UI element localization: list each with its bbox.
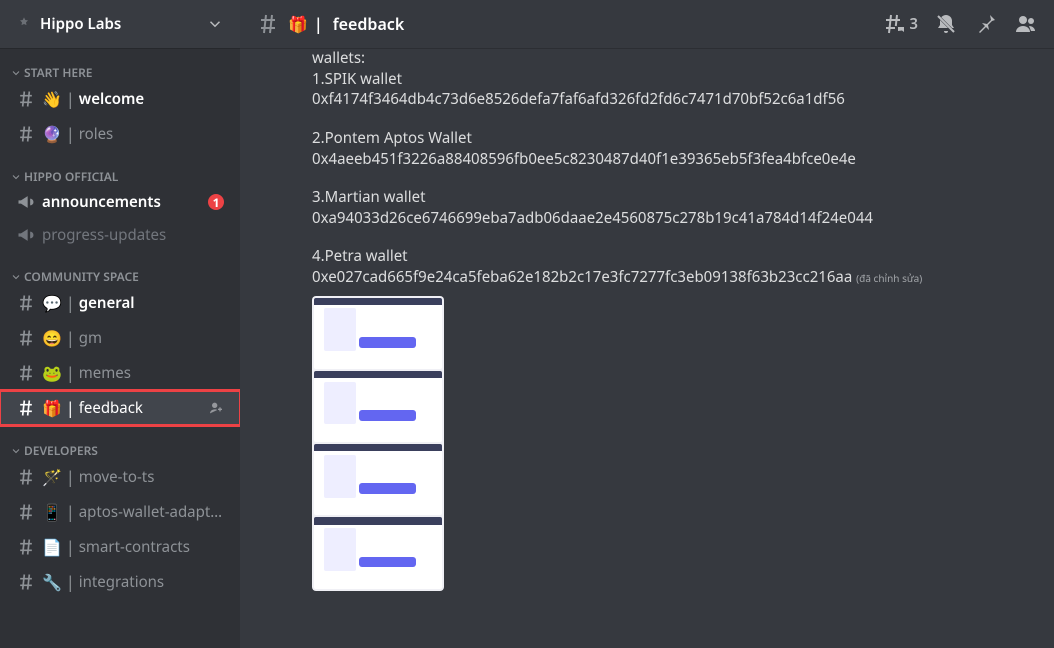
channel-integrations[interactable]: 🔧|integrations (8, 565, 232, 599)
bell-muted-icon (934, 12, 958, 36)
channel-label: feedback (79, 398, 208, 418)
members-button[interactable] (1014, 12, 1038, 36)
hash-icon (16, 363, 36, 383)
channel-aptos-wallet-adapter[interactable]: 📱|aptos-wallet-adapter (8, 495, 232, 529)
main-content: 🎁 | feedback 3 wallets:1.SPIK wallet0xf4… (240, 0, 1054, 648)
message-line: 4.Petra wallet (312, 246, 1038, 267)
message-line: 0xe027cad665f9e24ca5feba62e182b2c17e3fc7… (312, 267, 1038, 288)
channel-label: integrations (79, 572, 224, 592)
channel-title: 🎁 | feedback (288, 13, 404, 35)
channel-label: gm (79, 328, 224, 348)
threads-button[interactable]: 3 (881, 12, 918, 36)
channel-label: aptos-wallet-adapter (79, 502, 224, 522)
channel-emoji: 🎁 (288, 13, 308, 35)
pin-icon (974, 12, 998, 36)
server-header[interactable]: Hippo Labs (0, 0, 240, 48)
hash-icon (16, 124, 36, 144)
channel-label: progress-updates (42, 225, 224, 245)
unread-badge: 1 (208, 194, 224, 210)
threads-icon (881, 12, 905, 36)
server-boost-icon (16, 16, 32, 32)
image-attachment[interactable] (312, 296, 444, 591)
category-start-here[interactable]: START HERE (8, 48, 232, 81)
hash-icon (16, 293, 36, 313)
channel-smart-contracts[interactable]: 📄|smart-contracts (8, 530, 232, 564)
channel-feedback[interactable]: 🎁|feedback (0, 391, 240, 425)
channel-gm[interactable]: 😄|gm (8, 321, 232, 355)
channel-emoji: 🎁 (42, 397, 62, 419)
edited-label: (đã chỉnh sửa) (856, 271, 922, 285)
message-body: wallets:1.SPIK wallet0xf4174f3464db4c73d… (312, 48, 1038, 288)
thread-count: 3 (909, 14, 918, 34)
message-line: 2.Pontem Aptos Wallet (312, 128, 1038, 149)
message-line: 0xf4174f3464db4c73d6e8526defa7faf6afd326… (312, 89, 1038, 110)
megaphone-icon (16, 192, 36, 212)
channel-label: move-to-ts (79, 467, 224, 487)
server-name-text: Hippo Labs (40, 14, 121, 34)
channel-header: 🎁 | feedback 3 (240, 0, 1054, 48)
category-hippo-official[interactable]: HIPPO OFFICIAL (8, 152, 232, 185)
hash-icon (16, 537, 36, 557)
channel-list: START HERE👋|welcome🔮|rolesHIPPO OFFICIAL… (0, 48, 240, 648)
channel-name-text: feedback (333, 13, 405, 35)
message-line: 1.SPIK wallet (312, 69, 1038, 90)
hash-icon (16, 502, 36, 522)
channel-label: general (79, 293, 224, 313)
channel-label: smart-contracts (79, 537, 224, 557)
channel-welcome[interactable]: 👋|welcome (8, 82, 232, 116)
members-icon (1014, 12, 1038, 36)
notifications-button[interactable] (934, 12, 958, 36)
channel-roles[interactable]: 🔮|roles (8, 117, 232, 151)
channel-announcements[interactable]: announcements1 (8, 186, 232, 218)
message-line: wallets: (312, 48, 1038, 69)
channel-label: memes (79, 363, 224, 383)
message-area: wallets:1.SPIK wallet0xf4174f3464db4c73d… (240, 48, 1054, 648)
hash-icon (16, 328, 36, 348)
channel-emoji: 🔧 (42, 571, 62, 593)
channel-general[interactable]: 💬|general (8, 286, 232, 320)
channel-emoji: 👋 (42, 88, 62, 110)
message-line: 0xa94033d26ce6746699eba7adb06daae2e45608… (312, 208, 1038, 229)
megaphone-icon (16, 225, 36, 245)
channel-emoji: 😄 (42, 327, 62, 349)
channel-emoji: 📱 (42, 501, 62, 523)
hash-icon (16, 572, 36, 592)
hash-icon (16, 398, 36, 418)
create-invite-icon[interactable] (208, 400, 224, 416)
channel-emoji: 🐸 (42, 362, 62, 384)
category-developers[interactable]: DEVELOPERS (8, 426, 232, 459)
hash-icon (16, 467, 36, 487)
channel-memes[interactable]: 🐸|memes (8, 356, 232, 390)
channel-move-to-ts[interactable]: 🪄|move-to-ts (8, 460, 232, 494)
message-line: 0x4aeeb451f3226a88408596fb0ee5c8230487d4… (312, 149, 1038, 170)
channel-label: roles (79, 124, 224, 144)
category-community-space[interactable]: COMMUNITY SPACE (8, 252, 232, 285)
channel-label: announcements (42, 192, 208, 212)
hash-icon (16, 89, 36, 109)
channel-emoji: 💬 (42, 292, 62, 314)
channel-label: welcome (79, 89, 224, 109)
channel-emoji: 🔮 (42, 123, 62, 145)
pinned-button[interactable] (974, 12, 998, 36)
channel-emoji: 🪄 (42, 466, 62, 488)
hash-icon (256, 12, 280, 36)
channel-progress-updates[interactable]: progress-updates (8, 219, 232, 251)
channel-sidebar: Hippo Labs START HERE👋|welcome🔮|rolesHIP… (0, 0, 240, 648)
message-line: 3.Martian wallet (312, 187, 1038, 208)
channel-emoji: 📄 (42, 536, 62, 558)
chevron-down-icon (206, 15, 224, 33)
